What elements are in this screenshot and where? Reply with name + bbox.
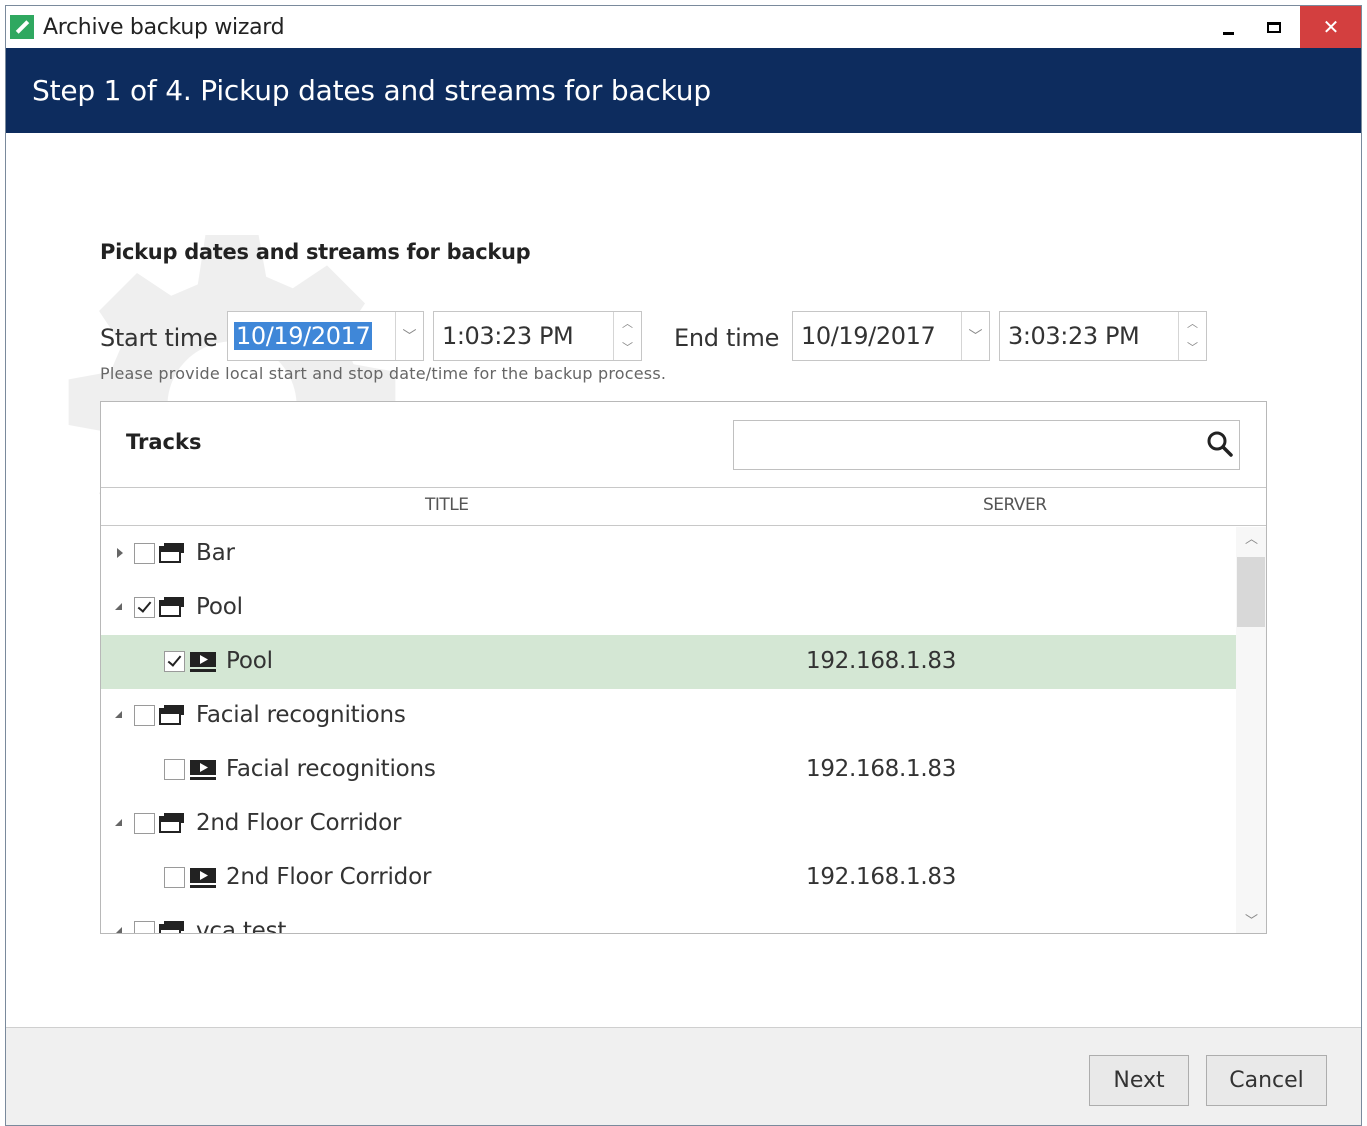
wizard-header: Step 1 of 4. Pickup dates and streams fo… bbox=[6, 48, 1361, 133]
chevron-down-icon[interactable]: ﹀ bbox=[395, 312, 423, 360]
archive-backup-window: Archive backup wizard ✕ Step 1 of 4. Pic… bbox=[5, 5, 1362, 1126]
chevron-up-icon[interactable]: ︿ bbox=[614, 312, 641, 336]
camera-group-icon bbox=[159, 812, 186, 834]
chevron-down-icon[interactable]: ﹀ bbox=[961, 312, 989, 360]
maximize-button[interactable] bbox=[1251, 6, 1297, 48]
track-checkbox[interactable] bbox=[134, 813, 155, 834]
step-title: Step 1 of 4. Pickup dates and streams fo… bbox=[32, 74, 711, 107]
maximize-icon bbox=[1267, 21, 1281, 33]
track-label: 2nd Floor Corridor bbox=[196, 810, 402, 836]
start-date-picker[interactable]: 10/19/2017 ﹀ bbox=[227, 311, 424, 361]
column-title[interactable]: TITLE bbox=[425, 495, 469, 515]
scroll-thumb[interactable] bbox=[1237, 557, 1265, 627]
collapse-arrow-icon[interactable] bbox=[115, 711, 122, 718]
track-checkbox[interactable] bbox=[164, 759, 185, 780]
camera-group-icon bbox=[159, 596, 186, 618]
tracks-scrollbar[interactable]: ︿ ﹀ bbox=[1236, 527, 1266, 933]
wizard-footer: Next Cancel bbox=[6, 1027, 1361, 1125]
close-icon: ✕ bbox=[1322, 15, 1340, 39]
start-time-spin[interactable]: ︿ ﹀ bbox=[613, 312, 641, 360]
track-group-row[interactable]: vca test bbox=[101, 905, 1236, 934]
start-time-label: Start time bbox=[100, 324, 218, 352]
end-date-value[interactable]: 10/19/2017 bbox=[801, 322, 936, 350]
close-button[interactable]: ✕ bbox=[1300, 6, 1361, 48]
camera-group-icon bbox=[159, 542, 186, 564]
track-label: vca test bbox=[196, 918, 287, 934]
track-label: 2nd Floor Corridor bbox=[226, 864, 432, 890]
track-stream-row[interactable]: Pool 192.168.1.83 bbox=[101, 635, 1236, 689]
track-label: Pool bbox=[226, 648, 273, 674]
search-icon[interactable] bbox=[1206, 430, 1234, 458]
tracks-header: Tracks bbox=[101, 402, 1266, 488]
end-date-picker[interactable]: 10/19/2017 ﹀ bbox=[792, 311, 990, 361]
chevron-up-icon[interactable]: ︿ bbox=[1179, 312, 1206, 336]
track-stream-row[interactable]: 2nd Floor Corridor 192.168.1.83 bbox=[101, 851, 1236, 905]
video-stream-icon bbox=[189, 759, 217, 781]
track-label: Pool bbox=[196, 594, 243, 620]
camera-group-icon bbox=[159, 704, 186, 726]
collapse-arrow-icon[interactable] bbox=[115, 603, 122, 610]
track-checkbox[interactable] bbox=[134, 543, 155, 564]
track-stream-row[interactable]: Facial recognitions 192.168.1.83 bbox=[101, 743, 1236, 797]
scroll-up-icon[interactable]: ︿ bbox=[1236, 527, 1266, 553]
end-time-spinner[interactable]: 3:03:23 PM ︿ ﹀ bbox=[999, 311, 1207, 361]
next-button[interactable]: Next bbox=[1089, 1055, 1189, 1106]
scroll-down-icon[interactable]: ﹀ bbox=[1236, 909, 1266, 933]
track-group-row[interactable]: Pool bbox=[101, 581, 1236, 635]
start-time-spinner[interactable]: 1:03:23 PM ︿ ﹀ bbox=[433, 311, 642, 361]
track-server: 192.168.1.83 bbox=[806, 756, 957, 782]
tracks-column-header: TITLE SERVER bbox=[101, 488, 1266, 526]
collapse-arrow-icon[interactable] bbox=[115, 819, 122, 826]
chevron-down-icon[interactable]: ﹀ bbox=[1179, 336, 1206, 360]
minimize-icon bbox=[1222, 31, 1234, 35]
collapse-arrow-icon[interactable] bbox=[115, 927, 122, 933]
date-hint: Please provide local start and stop date… bbox=[100, 364, 667, 383]
tracks-title: Tracks bbox=[126, 430, 202, 454]
track-checkbox[interactable] bbox=[134, 597, 155, 618]
track-group-row[interactable]: Facial recognitions bbox=[101, 689, 1236, 743]
track-group-row[interactable]: Bar bbox=[101, 527, 1236, 581]
end-time-value[interactable]: 3:03:23 PM bbox=[1008, 322, 1140, 350]
track-label: Facial recognitions bbox=[226, 756, 436, 782]
window-title: Archive backup wizard bbox=[43, 15, 285, 40]
minimize-button[interactable] bbox=[1205, 6, 1251, 48]
track-group-row[interactable]: 2nd Floor Corridor bbox=[101, 797, 1236, 851]
start-time-value[interactable]: 1:03:23 PM bbox=[442, 322, 574, 350]
chevron-down-icon[interactable]: ﹀ bbox=[614, 336, 641, 360]
cancel-button[interactable]: Cancel bbox=[1206, 1055, 1327, 1106]
track-server: 192.168.1.83 bbox=[806, 648, 957, 674]
expand-arrow-icon[interactable] bbox=[117, 548, 123, 558]
track-checkbox[interactable] bbox=[134, 705, 155, 726]
video-stream-icon bbox=[189, 867, 217, 889]
tracks-panel: Tracks TITLE SERVER Bar Pool Pool 192.168.1… bbox=[100, 401, 1267, 934]
tracks-search-input[interactable] bbox=[733, 420, 1240, 470]
section-title: Pickup dates and streams for backup bbox=[100, 240, 531, 264]
end-time-spin[interactable]: ︿ ﹀ bbox=[1178, 312, 1206, 360]
start-date-value[interactable]: 10/19/2017 bbox=[234, 322, 373, 350]
track-checkbox[interactable] bbox=[134, 921, 155, 933]
track-label: Bar bbox=[196, 540, 235, 566]
archive-wizard-icon bbox=[10, 15, 34, 39]
video-stream-icon bbox=[189, 651, 217, 673]
title-bar[interactable]: Archive backup wizard ✕ bbox=[6, 6, 1361, 48]
end-time-label: End time bbox=[674, 324, 780, 352]
tracks-list: Bar Pool Pool 192.168.1.83 Facial recognitio… bbox=[101, 527, 1236, 934]
track-checkbox[interactable] bbox=[164, 867, 185, 888]
camera-group-icon bbox=[159, 920, 186, 933]
column-server[interactable]: SERVER bbox=[983, 495, 1047, 515]
track-server: 192.168.1.83 bbox=[806, 864, 957, 890]
track-checkbox[interactable] bbox=[164, 651, 185, 672]
track-label: Facial recognitions bbox=[196, 702, 406, 728]
